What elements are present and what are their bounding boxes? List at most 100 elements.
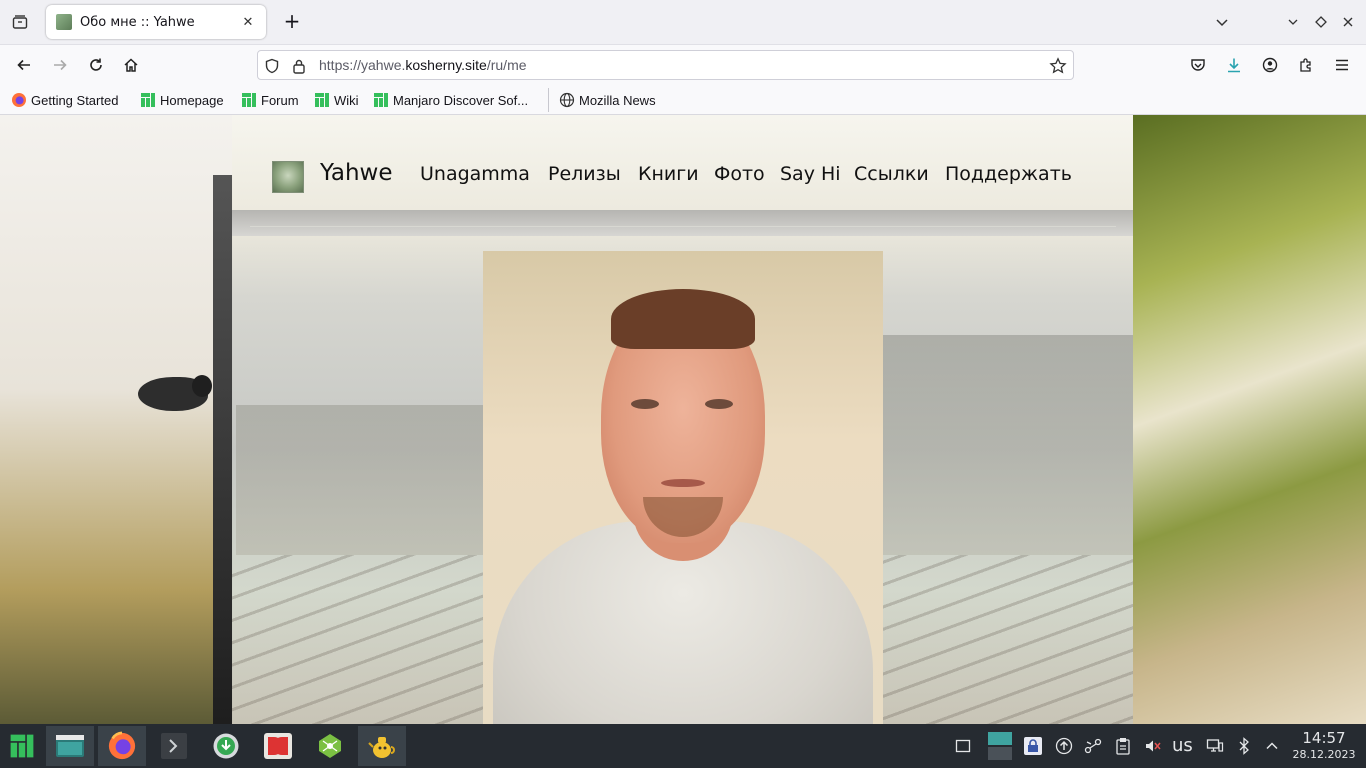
volume-muted-icon[interactable] [1143,736,1163,756]
address-bar[interactable]: https://yahwe.kosherny.site/ru/me [257,50,1074,80]
nav-link-books[interactable]: Книги [638,163,699,185]
bookmark-getting-started[interactable]: Getting Started [11,90,118,110]
tab-list-icon [12,15,28,29]
site-name-link[interactable]: Yahwe [320,160,393,186]
url-path: /ru/me [486,57,527,73]
back-button[interactable] [12,53,36,77]
portrait-eye-right [705,399,733,409]
globe-icon [559,92,575,108]
network-icon[interactable] [1205,736,1225,756]
portrait-hair [611,289,755,349]
taskbar: us 14:57 28.12.2023 [0,724,1366,768]
clock-date[interactable]: 28.12.2023 [1290,748,1358,761]
bookmark-separator [548,88,549,112]
taskbar-terminal[interactable] [150,726,198,766]
site-logo[interactable] [272,161,304,193]
nav-link-photo[interactable]: Фото [714,163,765,185]
application-launcher[interactable] [0,726,44,766]
home-button[interactable] [119,53,143,77]
background-photo-right [1133,115,1366,724]
taskbar-teapot-app[interactable] [358,726,406,766]
minimize-icon[interactable] [1283,12,1303,32]
bookmark-forum[interactable]: Forum [241,90,299,110]
keyboard-layout-indicator[interactable]: us [1172,735,1193,756]
forward-arrow-icon [54,59,67,71]
background-bridge [232,210,1133,236]
show-desktop-icon[interactable] [953,736,973,756]
bookmark-manjaro-discover[interactable]: Manjaro Discover Sof... [373,90,528,110]
nav-link-support[interactable]: Поддержать [945,163,1072,185]
download-icon [1228,58,1240,73]
manjaro-icon [374,93,388,107]
network-app-icon [319,734,341,758]
background-train-right [883,335,1133,555]
teapot-icon [368,737,395,758]
nav-link-releases[interactable]: Релизы [548,163,621,185]
forward-button[interactable] [48,53,72,77]
account-button[interactable] [1258,53,1282,77]
url-domain: kosherny.site [405,57,487,73]
hamburger-menu-icon [1336,59,1348,71]
taskbar-download-manager[interactable] [202,726,250,766]
bookmark-label: Homepage [160,92,224,108]
duck-head [192,375,212,397]
updates-icon[interactable] [1054,736,1074,756]
background-train-left [236,405,486,555]
tab-list-chevron-icon[interactable] [1212,12,1232,32]
password-manager-icon[interactable] [1023,736,1043,756]
bookmark-homepage[interactable]: Homepage [140,90,224,110]
site-favicon-icon [56,14,72,30]
close-tab-icon[interactable]: ✕ [240,15,256,30]
back-arrow-icon [17,59,30,71]
lock-icon[interactable] [292,58,306,74]
bookmark-label: Manjaro Discover Sof... [393,92,529,108]
bookmarks-toolbar: Getting Started Homepage Forum Wiki Manj… [0,84,1366,115]
nav-link-links[interactable]: Ссылки [854,163,929,185]
nav-link-unagamma[interactable]: Unagamma [420,163,530,185]
url-text: https://yahwe.kosherny.site/ru/me [319,57,527,73]
portrait-eye-left [631,399,659,409]
kde-connect-icon[interactable] [1083,736,1103,756]
tracking-shield-icon[interactable] [264,58,280,74]
bookmark-star-icon[interactable] [1049,57,1067,75]
taskbar-network-app[interactable] [306,726,354,766]
tab-title: Обо мне :: Yahwe [80,14,195,30]
extensions-button[interactable] [1294,53,1318,77]
puzzle-icon [1300,58,1311,72]
manjaro-icon [141,93,155,107]
manjaro-icon [242,93,256,107]
clipboard-icon[interactable] [1113,736,1133,756]
maximize-icon[interactable] [1311,12,1331,32]
show-hidden-icons-chevron-icon[interactable] [1262,736,1282,756]
bluetooth-icon[interactable] [1234,736,1254,756]
close-window-icon[interactable] [1338,12,1358,32]
background-photo-left [0,115,232,724]
navigation-toolbar: https://yahwe.kosherny.site/ru/me [0,44,1366,84]
bookmark-mozilla-news[interactable]: Mozilla News [559,90,656,110]
bookmark-wiki[interactable]: Wiki [314,90,359,110]
tab-overview-button[interactable] [8,10,32,34]
portrait-photo [483,251,883,724]
pocket-button[interactable] [1186,53,1210,77]
taskbar-firefox[interactable] [98,726,146,766]
bookmark-label: Forum [261,92,299,108]
downloads-button[interactable] [1222,53,1246,77]
pocket-icon [1191,59,1205,71]
clock-time[interactable]: 14:57 [1290,729,1358,747]
bookmark-label: Wiki [334,92,359,108]
terminal-icon [161,733,187,759]
virtual-desktop-pager[interactable] [987,732,1013,760]
tab-strip: Обо мне :: Yahwe ✕ + [0,0,1366,44]
taskbar-file-manager[interactable] [46,726,94,766]
new-tab-button[interactable]: + [280,10,304,34]
menu-button[interactable] [1330,53,1354,77]
bookmark-label: Mozilla News [579,92,656,108]
tab-active[interactable]: Обо мне :: Yahwe ✕ [46,5,266,39]
reload-button[interactable] [84,53,108,77]
nav-link-say-hi[interactable]: Say Hi [780,163,841,185]
download-manager-icon [213,733,239,759]
portrait-mouth [661,479,705,487]
firefox-icon [108,731,136,760]
firefox-icon [12,93,26,107]
taskbar-double-commander[interactable] [254,726,302,766]
